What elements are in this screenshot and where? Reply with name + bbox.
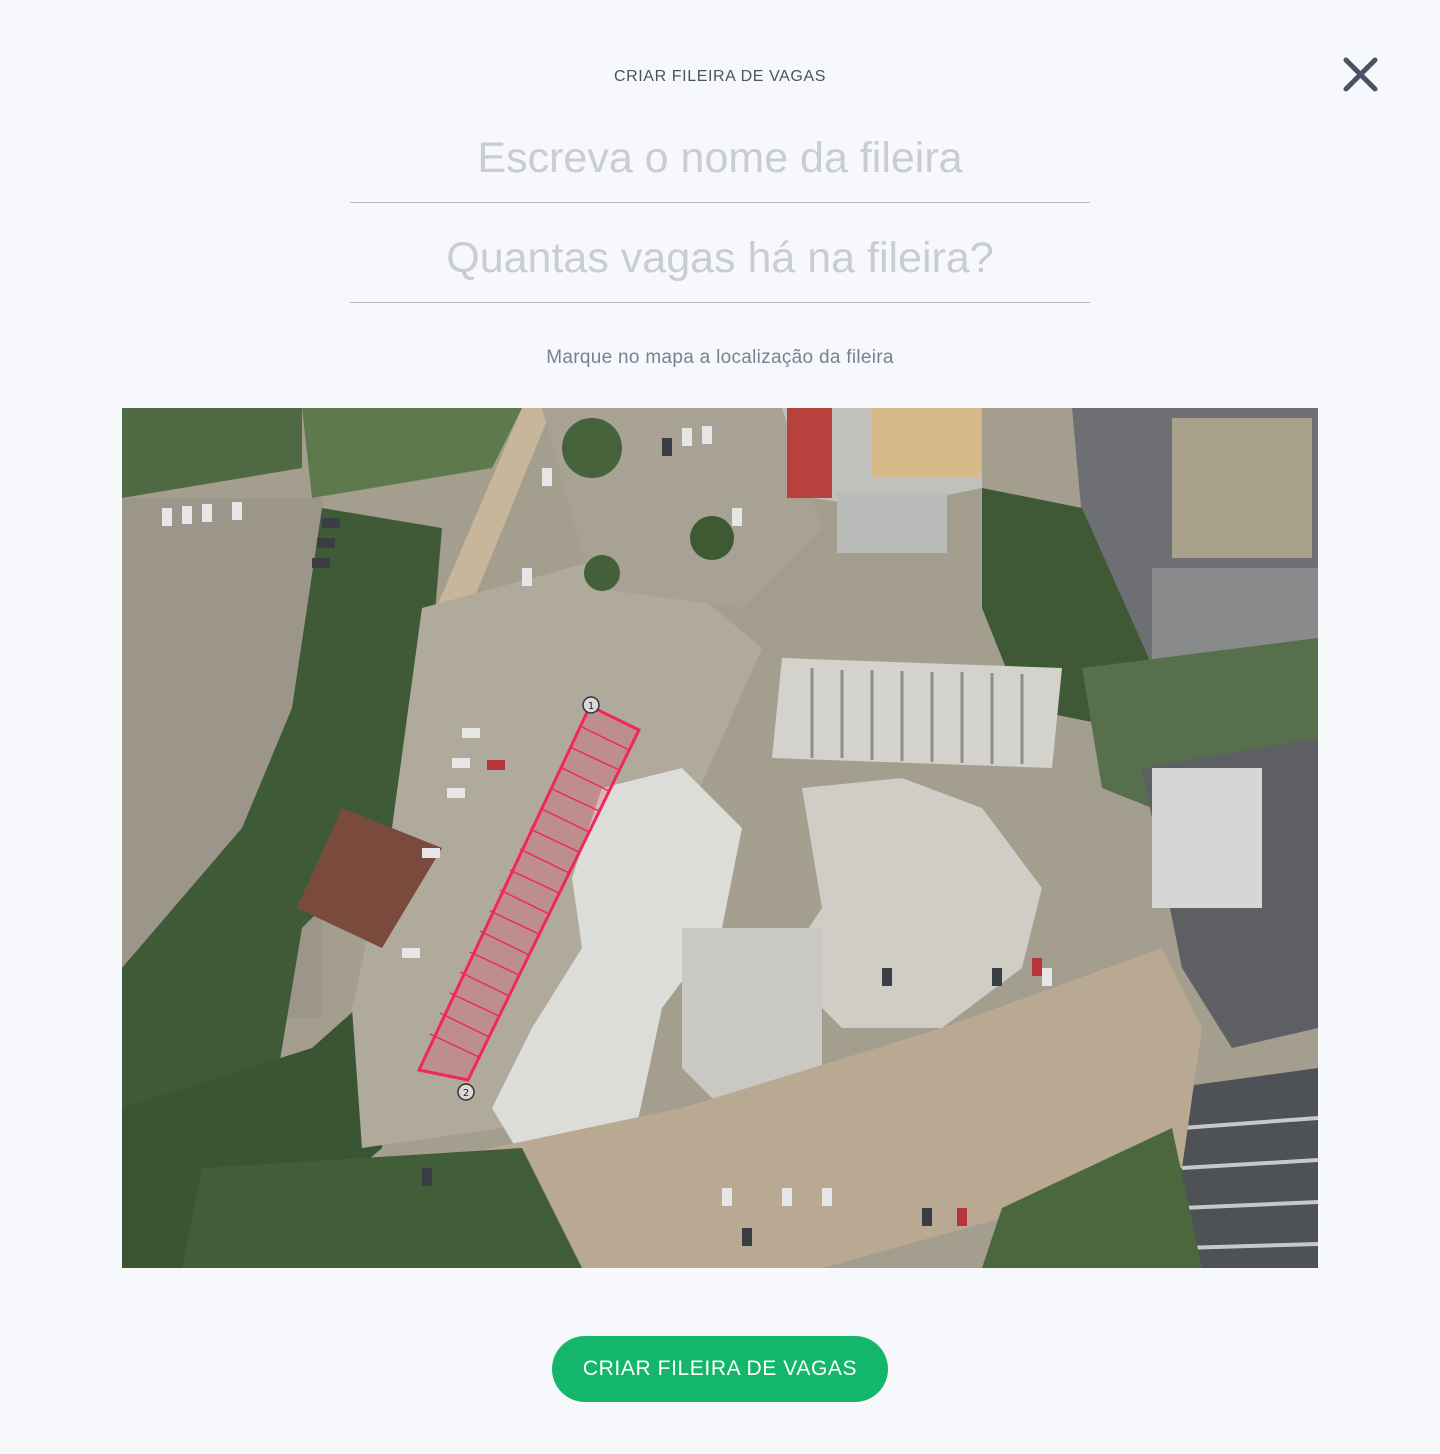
map-instruction: Marque no mapa a localização da fileira (546, 347, 894, 368)
row-marker-2[interactable]: 2 (457, 1083, 475, 1101)
space-count-field (350, 228, 1090, 303)
create-row-button[interactable]: CRIAR FILEIRA DE VAGAS (552, 1336, 888, 1402)
row-name-input[interactable] (350, 128, 1090, 188)
row-marker-1-label: 1 (588, 701, 594, 712)
close-icon (1343, 57, 1378, 92)
row-name-field (350, 128, 1090, 203)
modal-title: CRIAR FILEIRA DE VAGAS (613, 68, 827, 85)
space-count-input[interactable] (350, 228, 1090, 288)
satellite-map[interactable]: 1 2 (122, 408, 1318, 1268)
close-button[interactable] (1336, 52, 1384, 100)
row-marker-1[interactable]: 1 (582, 696, 600, 714)
row-marker-2-label: 2 (463, 1088, 469, 1099)
map-canvas: 1 2 (122, 408, 1318, 1268)
